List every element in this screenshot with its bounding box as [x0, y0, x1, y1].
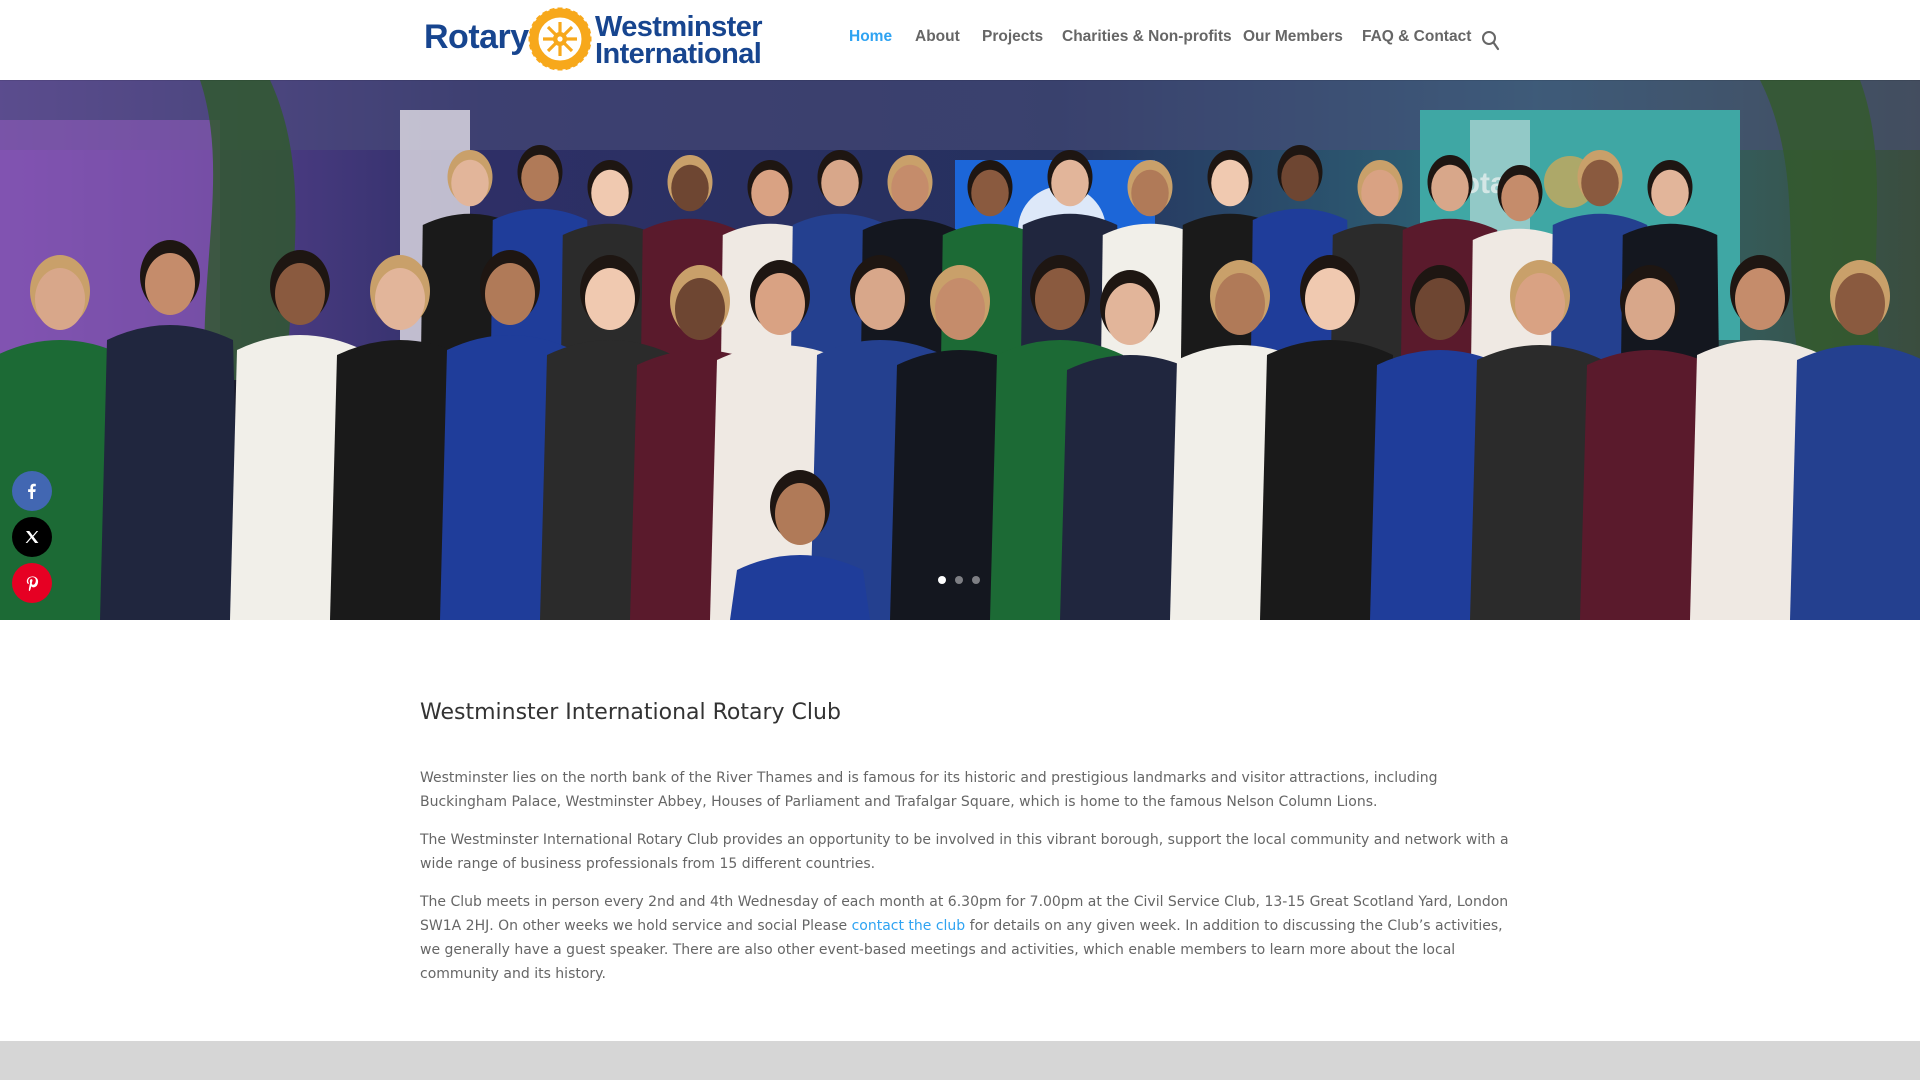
- slider-dot-3[interactable]: [972, 576, 980, 584]
- logo-word-international: International: [595, 38, 762, 70]
- intro-paragraph-2: The Westminster International Rotary Clu…: [420, 832, 1509, 872]
- slider-dot-1[interactable]: [938, 576, 946, 584]
- nav-item-home[interactable]: Home: [849, 28, 892, 46]
- slider-dot-2[interactable]: [955, 576, 963, 584]
- x-icon: [25, 531, 39, 543]
- site-header: Rotary Westminster International Home Ab…: [0, 0, 1920, 80]
- pinterest-share-button[interactable]: [12, 563, 52, 603]
- footer-band: [0, 1041, 1920, 1080]
- facebook-icon: [28, 483, 36, 499]
- site-logo[interactable]: Rotary Westminster International: [423, 6, 763, 74]
- x-share-button[interactable]: [12, 517, 52, 557]
- nav-item-members[interactable]: Our Members: [1243, 28, 1343, 46]
- nav-item-projects[interactable]: Projects: [982, 28, 1043, 46]
- meeting-paragraph: The Club meets in person every 2nd and 4…: [420, 890, 1510, 986]
- pinterest-icon: [26, 576, 39, 591]
- logo-word-rotary: Rotary: [424, 18, 529, 56]
- page-title: Westminster International Rotary Club: [420, 700, 841, 725]
- rotary-wheel-icon: [528, 7, 592, 71]
- nav-item-faq-contact[interactable]: FAQ & Contact: [1362, 28, 1471, 46]
- nav-item-charities[interactable]: Charities & Non-profits: [1062, 28, 1232, 46]
- facebook-share-button[interactable]: [12, 471, 52, 511]
- intro-paragraph-1: Westminster lies on the north bank of th…: [420, 770, 1438, 810]
- group-photo: Rotary: [0, 80, 1920, 620]
- contact-club-link[interactable]: contact the club: [852, 918, 966, 934]
- hero-slider[interactable]: Rotary: [0, 80, 1920, 620]
- nav-item-about[interactable]: About: [915, 28, 960, 46]
- search-icon[interactable]: [1480, 30, 1500, 52]
